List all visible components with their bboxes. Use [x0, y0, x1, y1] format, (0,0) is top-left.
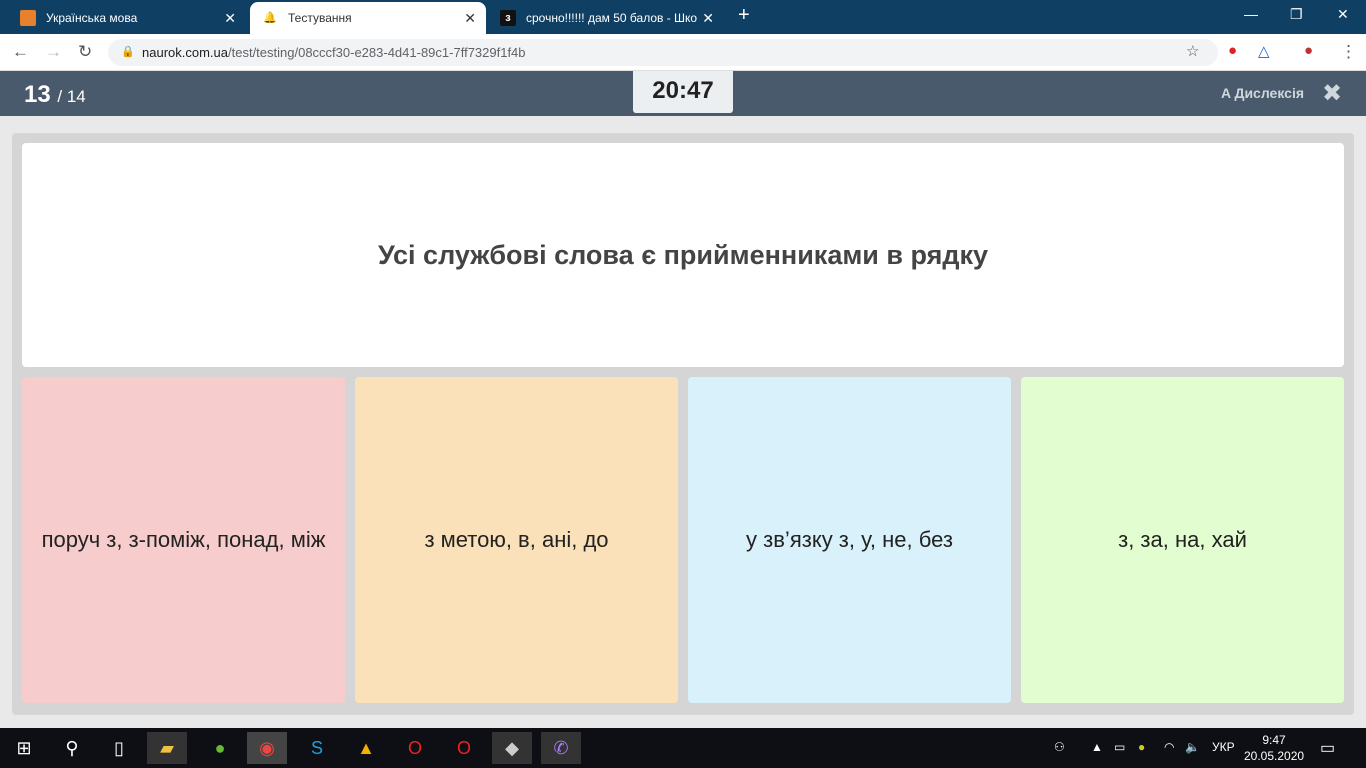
opera-gx-icon[interactable]: O: [444, 732, 484, 764]
notifications-icon[interactable]: ▭: [1320, 738, 1335, 758]
url-host: naurok.com.ua: [142, 45, 228, 60]
minimize-button[interactable]: —: [1244, 6, 1258, 22]
windows-start-icon[interactable]: ⊞: [4, 732, 44, 764]
question-text: Усі службові слова є прийменниками в ряд…: [22, 143, 1344, 367]
clock-date: 20.05.2020: [1244, 749, 1305, 763]
tab-ukrainska-mova[interactable]: Українська мова ✕: [8, 2, 246, 34]
language-indicator[interactable]: УКР: [1212, 740, 1235, 754]
restore-button[interactable]: ❐: [1290, 6, 1303, 23]
tray-app-icon[interactable]: ●: [1138, 740, 1145, 754]
new-tab-button[interactable]: +: [738, 4, 750, 27]
quiz-header: 13 / 14 20:47 A Дислексія ✖: [0, 71, 1366, 116]
roblox-icon[interactable]: ◆: [492, 732, 532, 764]
star-icon[interactable]: ☆: [1186, 42, 1199, 60]
naurok-icon: [20, 10, 36, 26]
chrome-icon[interactable]: ◉: [247, 732, 287, 764]
browser-tab-bar: Українська мова ✕ 🔔 Тестування ✕ з срочно!!!…: [0, 0, 1366, 34]
tray-expand-icon[interactable]: ▲: [1091, 740, 1103, 754]
viber-icon[interactable]: ✆: [541, 732, 581, 764]
close-tab-icon[interactable]: ✕: [464, 10, 476, 27]
tab-title: Тестування: [288, 11, 352, 25]
tab-znanija[interactable]: з срочно!!!!!! дам 50 балов - Шко ✕: [488, 2, 724, 34]
yandex-disk-icon[interactable]: ▲: [346, 732, 386, 764]
url-path: /test/testing/08cccf30-e283-4d41-89c1-7f…: [228, 45, 526, 60]
znanija-icon: з: [500, 10, 516, 26]
timer: 20:47: [633, 71, 733, 113]
tab-testuvannia[interactable]: 🔔 Тестування ✕: [250, 2, 486, 34]
volume-icon[interactable]: 🔈: [1185, 740, 1200, 754]
reload-icon[interactable]: ↻: [78, 42, 92, 62]
file-explorer-icon[interactable]: ▰: [147, 732, 187, 764]
close-tab-icon[interactable]: ✕: [702, 10, 714, 27]
menu-icon[interactable]: ⋮: [1340, 42, 1357, 62]
close-quiz-icon[interactable]: ✖: [1322, 79, 1342, 108]
lock-icon: 🔒: [121, 46, 135, 58]
url-input[interactable]: 🔒 naurok.com.ua/test/testing/08cccf30-e28…: [108, 39, 1218, 66]
extension-icon[interactable]: ●: [1228, 42, 1237, 59]
tab-title: Українська мова: [46, 11, 138, 25]
clock-time: 9:47: [1262, 733, 1286, 747]
extension-icon[interactable]: △: [1258, 42, 1270, 60]
back-icon[interactable]: ←: [12, 42, 29, 62]
people-icon[interactable]: ⚇: [1054, 740, 1065, 754]
close-tab-icon[interactable]: ✕: [224, 10, 236, 27]
answer-option-4[interactable]: з, за, на, хай: [1021, 377, 1344, 703]
clock[interactable]: 9:47 20.05.2020: [1244, 732, 1304, 764]
address-bar-row: ← → ↻ 🔒 naurok.com.ua/test/testing/08cccf…: [0, 34, 1366, 71]
tab-title: срочно!!!!!! дам 50 балов - Шко: [526, 11, 698, 25]
taskbar: ⊞ ⚲ ▯ ▰ ● ◉ S ▲ O O ◆ ✆ ⚇ ▲ ▭ ● ◠ 🔈 УКР …: [0, 728, 1366, 768]
total-questions: / 14: [57, 87, 86, 106]
task-view-icon[interactable]: ▯: [99, 732, 139, 764]
avatar[interactable]: ●: [1304, 42, 1313, 59]
dyslexia-toggle[interactable]: A Дислексія: [1221, 85, 1304, 101]
question-counter: 13 / 14: [24, 81, 86, 109]
answer-option-1[interactable]: поруч з, з-поміж, понад, між: [22, 377, 345, 703]
search-icon[interactable]: ⚲: [52, 732, 92, 764]
battery-icon[interactable]: ▭: [1114, 740, 1125, 754]
bell-icon: 🔔: [263, 12, 277, 24]
answer-option-2[interactable]: з метою, в, ані, до: [355, 377, 678, 703]
utorrent-icon[interactable]: ●: [200, 732, 240, 764]
opera-icon[interactable]: O: [395, 732, 435, 764]
close-window-button[interactable]: ✕: [1337, 6, 1349, 23]
skype-icon[interactable]: S: [297, 732, 337, 764]
answer-option-3[interactable]: у зв’язку з, у, не, без: [688, 377, 1011, 703]
current-question: 13: [24, 81, 51, 108]
forward-icon[interactable]: →: [45, 42, 62, 62]
wifi-icon[interactable]: ◠: [1164, 740, 1174, 754]
